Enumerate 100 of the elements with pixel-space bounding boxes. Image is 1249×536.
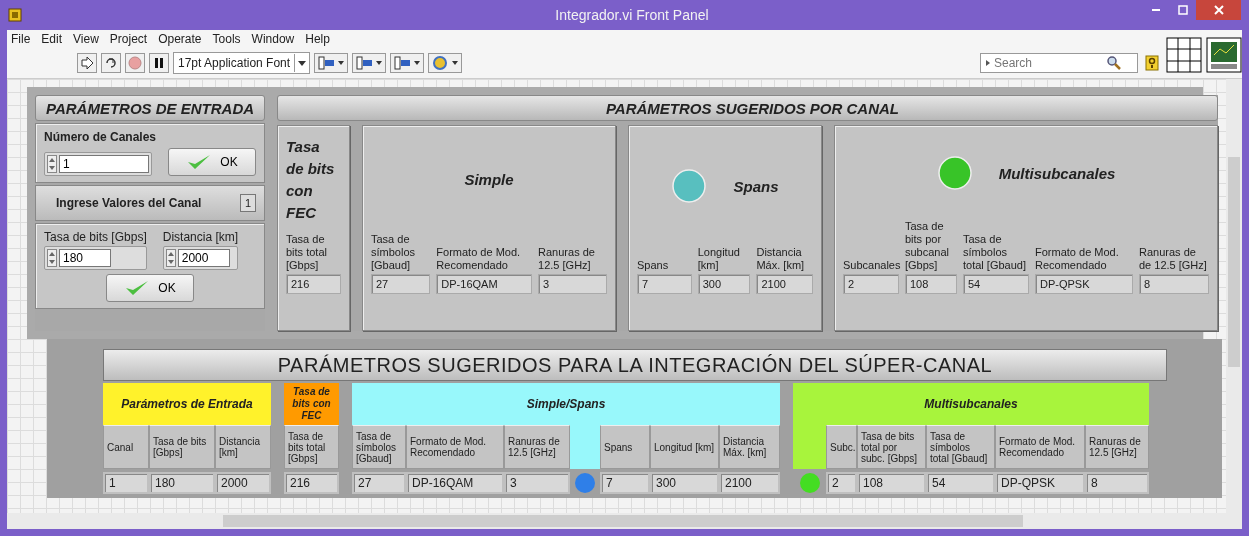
group-title: Simple bbox=[464, 171, 514, 188]
help-button[interactable] bbox=[1142, 53, 1162, 73]
indicator-label: Tasa de bits por subcanal [Gbps] bbox=[905, 220, 951, 272]
group-title: Multisubcanales bbox=[998, 164, 1116, 182]
indicator-label: Subcanales bbox=[843, 259, 899, 272]
value-display: 1 bbox=[103, 472, 149, 494]
value-display: DP-QPSK bbox=[995, 472, 1085, 494]
vi-icon[interactable] bbox=[1206, 37, 1242, 73]
vertical-scrollbar[interactable] bbox=[1226, 79, 1242, 513]
cycle-icon bbox=[104, 56, 118, 70]
field-label: Número de Canales bbox=[44, 130, 158, 144]
spin-buttons[interactable] bbox=[165, 249, 176, 267]
column-header: Formato de Mod. Recomendado bbox=[406, 425, 504, 469]
value-display: 27 bbox=[371, 274, 431, 294]
indicator-label: Distancia Máx. [km] bbox=[756, 246, 806, 272]
align-icon bbox=[355, 55, 384, 71]
pause-button[interactable] bbox=[149, 53, 169, 73]
value-display: 108 bbox=[857, 472, 926, 494]
channel-index-display: 1 bbox=[239, 194, 256, 212]
indicator-label: Tasa de símbolos [Gbaud] bbox=[371, 233, 417, 272]
group-title: Simple/Spans bbox=[525, 396, 607, 413]
field-label: Distancia [km] bbox=[162, 230, 239, 244]
value-display: 27 bbox=[352, 472, 406, 494]
value-display: 300 bbox=[697, 274, 751, 294]
run-continuously-button[interactable] bbox=[101, 53, 121, 73]
value-display: 8 bbox=[1085, 472, 1149, 494]
value-display: 3 bbox=[504, 472, 570, 494]
column-header: Formato de Mod. Recomendado bbox=[995, 425, 1085, 469]
spin-buttons[interactable] bbox=[47, 249, 57, 267]
menu-item[interactable]: Help bbox=[305, 32, 330, 46]
value-display: 2 bbox=[843, 274, 899, 294]
value-display: 2000 bbox=[215, 472, 271, 494]
indicator-label: Longitud [km] bbox=[697, 246, 741, 272]
arrow-icon bbox=[80, 56, 94, 70]
group-title: Tasa de bits con FEC bbox=[291, 385, 332, 423]
value-display: 180 bbox=[149, 472, 215, 494]
value-display: 54 bbox=[926, 472, 995, 494]
column-header: Ranuras de 12.5 [GHz] bbox=[504, 425, 570, 469]
indicator-label: Spans bbox=[637, 259, 670, 272]
number-field[interactable]: 1 bbox=[59, 155, 149, 173]
minimize-icon bbox=[1151, 9, 1160, 11]
align-icon bbox=[317, 55, 346, 71]
column-header: Tasa de símbolos [Gbaud] bbox=[352, 425, 406, 469]
ok-button[interactable]: OK bbox=[168, 148, 256, 176]
horizontal-scrollbar[interactable] bbox=[7, 513, 1242, 529]
run-button[interactable] bbox=[77, 53, 97, 73]
indicator-label: Ranuras de 12.5 [GHz] bbox=[538, 246, 596, 272]
value-display: 2100 bbox=[756, 274, 813, 294]
field-label: Tasa de bits [Gbps] bbox=[44, 230, 147, 244]
column-header: Tasa de bits [Gbps] bbox=[149, 425, 215, 469]
panel-title: PARÁMETROS SUGERIDOS PARA LA INTEGRACIÓN DEL SÚPER-CANAL bbox=[103, 349, 1167, 381]
menu-item[interactable]: Window bbox=[251, 32, 295, 46]
column-header: Tasa de bits total por subc. [Gbps] bbox=[857, 425, 926, 469]
layers-icon bbox=[431, 55, 460, 71]
column-header: Distancia Máx. [km] bbox=[719, 425, 780, 469]
ok-button[interactable]: OK bbox=[106, 274, 194, 302]
stop-icon bbox=[128, 56, 142, 70]
resize-button[interactable] bbox=[390, 53, 425, 73]
column-header: Ranuras de 12.5 [GHz] bbox=[1085, 425, 1149, 469]
indicator-label: Formato de Mod. Recomendado bbox=[436, 246, 522, 272]
menu-item[interactable]: View bbox=[73, 32, 99, 46]
window-title: Integrador.vi Front Panel bbox=[554, 7, 710, 23]
column-header: Spans bbox=[600, 425, 650, 469]
column-header: Tasa de símbolos total [Gbaud] bbox=[926, 425, 995, 469]
connector-pane-icon[interactable] bbox=[1166, 37, 1202, 73]
align-button[interactable] bbox=[314, 53, 349, 73]
value-display: 300 bbox=[650, 472, 719, 494]
spin-buttons[interactable] bbox=[47, 155, 57, 173]
search-icon bbox=[1106, 55, 1122, 71]
column-header: Longitud [km] bbox=[650, 425, 719, 469]
search-box[interactable]: Search bbox=[980, 53, 1138, 73]
group-title: Parámetros de Entrada bbox=[120, 396, 254, 413]
distribute-button[interactable] bbox=[352, 53, 387, 73]
menu-item[interactable]: Operate bbox=[158, 32, 202, 46]
group-title: Spans bbox=[733, 177, 779, 195]
value-display: 3 bbox=[538, 274, 607, 294]
menu-item[interactable]: File bbox=[11, 32, 31, 46]
value-display: 54 bbox=[963, 274, 1029, 294]
app-icon bbox=[8, 8, 22, 22]
menu-item[interactable]: Edit bbox=[41, 32, 63, 46]
value-display: 2 bbox=[826, 472, 857, 494]
panel-title: PARÁMETROS SUGERIDOS POR CANAL bbox=[277, 95, 1218, 121]
maximize-icon bbox=[1177, 5, 1188, 15]
number-field[interactable]: 2000 bbox=[177, 249, 230, 267]
menu-item[interactable]: Project bbox=[109, 32, 148, 46]
indicator-label: Tasa de símbolos total [Gbaud] bbox=[963, 233, 1027, 272]
section-label: Ingrese Valores del Canal bbox=[56, 196, 202, 210]
panel-title: PARÁMETROS DE ENTRADA bbox=[35, 95, 265, 121]
value-display: 7 bbox=[600, 472, 650, 494]
column-header: Canal bbox=[103, 425, 149, 469]
value-display: 216 bbox=[286, 274, 341, 294]
menu-item[interactable]: Tools bbox=[212, 32, 241, 46]
font-dropdown[interactable]: 17pt Application Font bbox=[173, 52, 311, 74]
close-button[interactable] bbox=[1196, 0, 1241, 20]
column-header: Subc. bbox=[826, 425, 857, 469]
group-title: Tasa de bits con FEC bbox=[286, 136, 336, 223]
value-display: DP-QPSK bbox=[1035, 274, 1133, 294]
number-field[interactable]: 180 bbox=[59, 249, 111, 267]
reorder-button[interactable] bbox=[428, 53, 463, 73]
indicator-label: Formato de Mod. Recomendado bbox=[1035, 246, 1120, 272]
